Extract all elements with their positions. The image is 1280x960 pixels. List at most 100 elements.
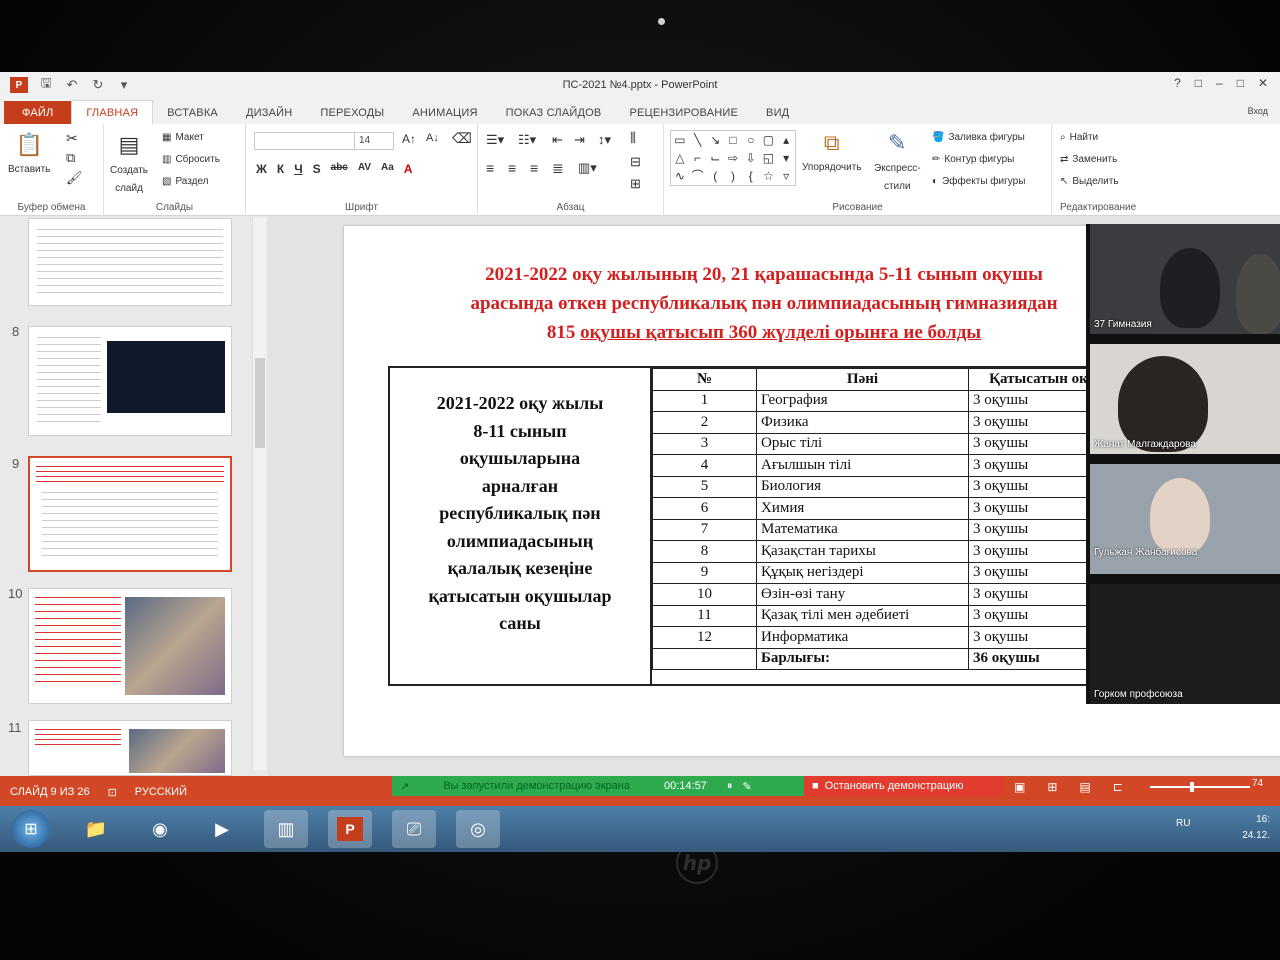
thumbnails-scrollbar[interactable]	[252, 218, 266, 770]
replace-button[interactable]: ⇄ Заменить	[1060, 154, 1117, 165]
find-button[interactable]: ⌕ Найти	[1060, 132, 1098, 143]
slide-thumbnail-8[interactable]	[28, 326, 232, 436]
tab-slideshow[interactable]: ПОКАЗ СЛАЙДОВ	[492, 101, 616, 124]
tab-file[interactable]: ФАЙЛ	[4, 101, 72, 124]
arrange-button[interactable]: ⧉ Упорядочить	[802, 128, 862, 173]
shapes-gallery[interactable]: ▭ ╲ ↘ □ ○ ▢ ▴ △ ⌐ ⌙ ⇨ ⇩ ◱ ▾ ∿ ⌒(){☆ ▿	[670, 130, 796, 186]
increase-indent-icon[interactable]: ⇥	[574, 132, 585, 148]
tab-insert[interactable]: ВСТАВКА	[153, 101, 232, 124]
callout-shape-icon[interactable]: ◱	[760, 149, 778, 167]
participant-tile-4[interactable]: Горком профсоюза	[1090, 584, 1280, 704]
keyboard-language[interactable]: RU	[1176, 818, 1190, 829]
share-annotate-icon[interactable]: ✎	[742, 780, 751, 793]
paste-button[interactable]: 📋 Вставить	[8, 130, 50, 175]
signin-link[interactable]: Вход	[1248, 106, 1268, 116]
font-name-box[interactable]	[254, 132, 356, 150]
shape-outline-button[interactable]: ✏ Контур фигуры	[932, 154, 1014, 165]
participant-tile-2[interactable]: Жанат Малгаждарова	[1090, 344, 1280, 454]
help-button[interactable]: ?	[1174, 76, 1181, 90]
format-painter-icon[interactable]: 🖌	[66, 170, 83, 186]
thumbnails-scroll-thumb[interactable]	[255, 358, 265, 448]
copy-icon[interactable]: ⧉	[66, 150, 75, 166]
connector-shape-icon[interactable]: ⌐	[689, 149, 707, 167]
grow-font-icon[interactable]: A↑	[402, 132, 416, 146]
bracket2-shape-icon[interactable]: )	[724, 167, 742, 185]
zoom-slider[interactable]	[1150, 786, 1250, 788]
font-size-box[interactable]: 14	[354, 132, 394, 150]
freeform-shape-icon[interactable]: ⌒	[689, 167, 707, 185]
align-text-icon[interactable]: ⊟	[630, 154, 641, 170]
ribbon-display-button[interactable]: □	[1195, 76, 1202, 90]
select-button[interactable]: ↖ Выделить	[1060, 176, 1119, 187]
tab-animations[interactable]: АНИМАЦИЯ	[398, 101, 491, 124]
layout-button[interactable]: ▦ Макет	[162, 132, 204, 143]
strikethrough-button[interactable]: abc	[331, 162, 348, 176]
star-shape-icon[interactable]: ☆	[760, 167, 778, 185]
quick-styles-button[interactable]: ✎ Экспресс- стили	[874, 128, 921, 194]
cut-icon[interactable]: ✂	[66, 130, 78, 147]
bracket-shape-icon[interactable]: (	[706, 167, 724, 185]
columns-icon[interactable]: ▥▾	[578, 160, 597, 176]
participant-tile-1[interactable]: 37 Гимназия	[1090, 224, 1280, 334]
shapes-more-icon[interactable]: ▴	[777, 131, 795, 149]
share-pause-icon[interactable]: ⏸	[727, 780, 733, 793]
char-spacing-button[interactable]: AV	[358, 162, 371, 176]
justify-icon[interactable]: ≣	[552, 160, 564, 177]
maximize-button[interactable]: □	[1237, 76, 1244, 90]
brace-shape-icon[interactable]: {	[742, 167, 760, 185]
normal-view-icon[interactable]: ▣	[1014, 780, 1025, 794]
language-indicator[interactable]: РУССКИЙ	[135, 786, 187, 799]
slideshow-icon[interactable]: ⊏	[1113, 780, 1123, 794]
customize-icon[interactable]: ▾	[116, 77, 132, 93]
slide-thumbnail-7[interactable]	[28, 218, 232, 306]
rounded-rect-shape-icon[interactable]: ▢	[760, 131, 778, 149]
clear-format-icon[interactable]: ⌫	[452, 130, 472, 147]
tab-home[interactable]: ГЛАВНАЯ	[71, 100, 154, 124]
change-case-button[interactable]: Aa	[381, 162, 394, 176]
system-clock[interactable]: 16: 24.12.	[1242, 812, 1270, 844]
zoom-slider-knob[interactable]	[1190, 782, 1194, 792]
tab-view[interactable]: ВИД	[752, 101, 803, 124]
smartart-icon[interactable]: ⊞	[630, 176, 641, 192]
minimize-button[interactable]: –	[1216, 76, 1223, 90]
shapes-scroll-icon[interactable]: ▾	[777, 149, 795, 167]
chrome-profile-taskbar-icon[interactable]: ◎	[456, 810, 500, 848]
italic-button[interactable]: К	[277, 162, 284, 176]
section-button[interactable]: ▧ Раздел	[162, 176, 209, 187]
text-direction-icon[interactable]: ⫼	[630, 130, 636, 146]
numbering-icon[interactable]: ☷▾	[518, 132, 536, 148]
notes-icon[interactable]: ⊡	[108, 786, 117, 799]
tab-review[interactable]: РЕЦЕНЗИРОВАНИЕ	[615, 101, 752, 124]
decrease-indent-icon[interactable]: ⇤	[552, 132, 563, 148]
arrow-shape-icon[interactable]: ↘	[706, 131, 724, 149]
elbow-shape-icon[interactable]: ⌙	[706, 149, 724, 167]
down-arrow-shape-icon[interactable]: ⇩	[742, 149, 760, 167]
new-slide-button[interactable]: ▤ Создать слайд	[110, 130, 148, 196]
bullets-icon[interactable]: ☰▾	[486, 132, 504, 148]
zoom-taskbar-icon[interactable]: ▶	[200, 810, 244, 848]
undo-icon[interactable]: ↶	[64, 77, 80, 93]
reset-button[interactable]: ▥ Сбросить	[162, 154, 220, 165]
shapes-expand-icon[interactable]: ▿	[777, 167, 795, 185]
font-color-button[interactable]: A	[404, 162, 413, 176]
close-button[interactable]: ✕	[1258, 76, 1268, 90]
powerpoint-taskbar-icon[interactable]: P	[328, 810, 372, 848]
redo-icon[interactable]: ↻	[90, 77, 106, 93]
start-button[interactable]: ⊞	[12, 810, 50, 848]
triangle-shape-icon[interactable]: △	[671, 149, 689, 167]
slide-thumbnail-11[interactable]	[28, 720, 232, 776]
slide-thumbnail-9-selected[interactable]	[28, 456, 232, 572]
right-arrow-shape-icon[interactable]: ⇨	[724, 149, 742, 167]
underline-button[interactable]: Ч	[294, 162, 302, 176]
camera-taskbar-icon[interactable]: ⎚	[392, 810, 436, 848]
tab-transitions[interactable]: ПЕРЕХОДЫ	[306, 101, 398, 124]
zoom-level[interactable]: 74	[1252, 778, 1263, 789]
bold-button[interactable]: Ж	[256, 162, 267, 176]
reading-view-icon[interactable]: ▤	[1079, 780, 1090, 794]
shadow-button[interactable]: S	[313, 162, 321, 176]
explorer-taskbar-icon[interactable]: 📁	[74, 810, 118, 848]
slide-title[interactable]: 2021-2022 оқу жылының 20, 21 қарашасында…	[384, 260, 1144, 347]
rect-shape-icon[interactable]: □	[724, 131, 742, 149]
shape-fill-button[interactable]: 🪣 Заливка фигуры	[932, 132, 1025, 143]
oval-shape-icon[interactable]: ○	[742, 131, 760, 149]
